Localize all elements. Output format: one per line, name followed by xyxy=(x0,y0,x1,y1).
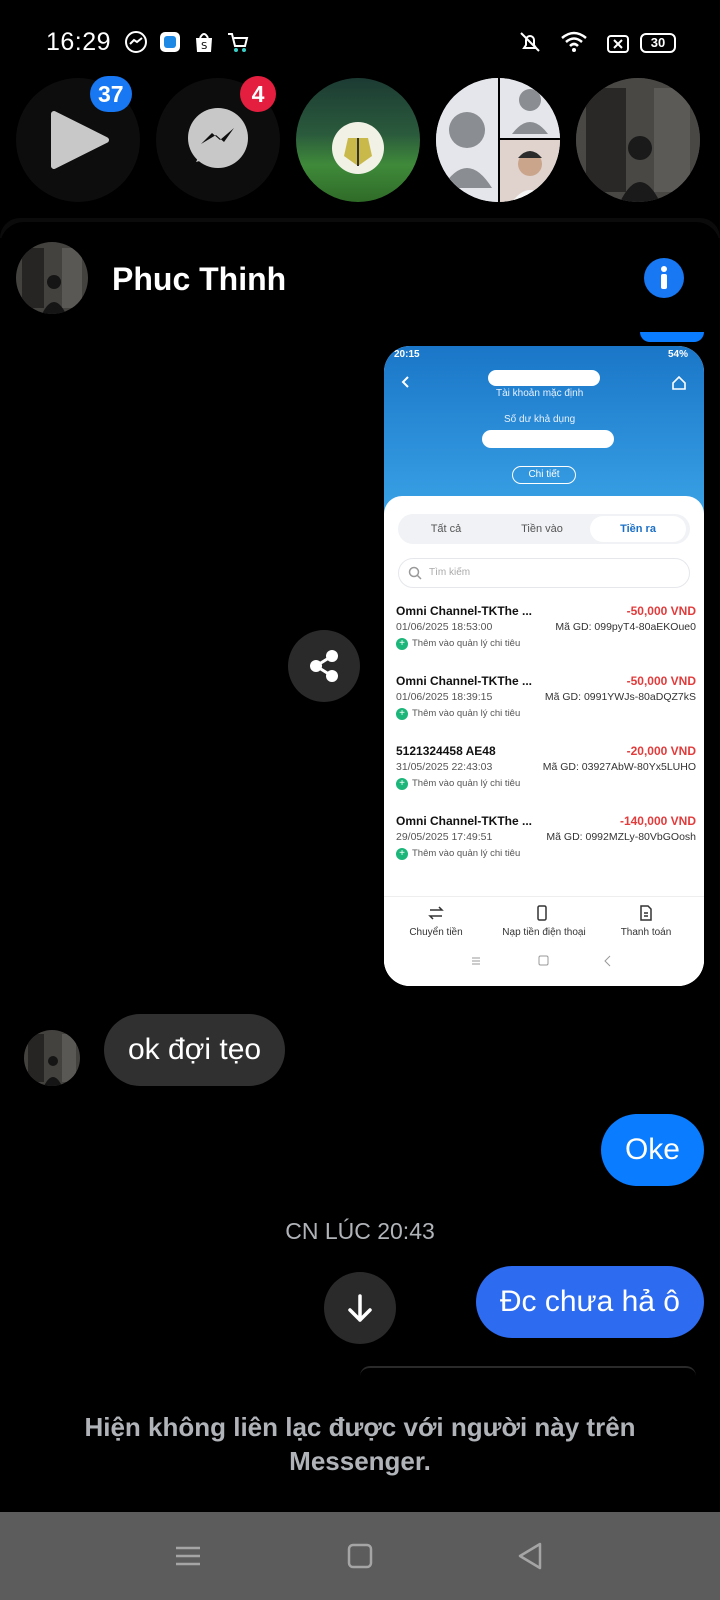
wifi-icon xyxy=(561,31,587,52)
shared-image[interactable]: 20:15 54% Tài khoản mặc định Số dư khả d… xyxy=(384,346,704,986)
back-button-icon[interactable] xyxy=(512,1538,548,1574)
system-nav-bar xyxy=(0,1512,720,1600)
tx-action: Thêm vào quản lý chi tiêu xyxy=(412,848,521,859)
tab-all: Tất cả xyxy=(430,523,462,535)
football-photo xyxy=(332,122,384,174)
messenger-notification-icon xyxy=(125,31,147,53)
notice-line-2: Messenger. xyxy=(289,1446,431,1476)
person-photo xyxy=(576,78,700,202)
cart-icon xyxy=(228,33,249,52)
plus-icon: + xyxy=(396,638,408,650)
bank-nav-topup: Nạp tiền điện thoại xyxy=(502,927,586,938)
sim-off-icon xyxy=(607,35,629,53)
tx-date: 01/06/2025 18:53:00 xyxy=(396,621,493,633)
tx-name: Omni Channel-TKThe ... xyxy=(396,674,533,688)
detail-button: Chi tiết xyxy=(512,466,576,484)
tx-amount: -50,000 VND xyxy=(626,674,696,688)
balance-label: Số dư khả dụng xyxy=(504,414,576,425)
chat-head-group[interactable] xyxy=(436,78,560,202)
video-badge: 37 xyxy=(90,76,132,112)
plus-icon: + xyxy=(396,778,408,790)
tx-date: 01/06/2025 18:39:15 xyxy=(396,691,493,703)
notice-line-1: Hiện không liên lạc được với người này t… xyxy=(84,1412,636,1442)
bank-search: Tìm kiếm xyxy=(398,558,690,588)
shared-status-battery: 54% xyxy=(668,349,689,360)
mute-icon xyxy=(520,32,540,52)
transfer-icon xyxy=(428,906,444,920)
tx-code: Mã GD: 03927AbW-80Yx5LUHO xyxy=(542,761,696,773)
back-icon xyxy=(401,376,409,388)
status-bar: 16:29 S 30 xyxy=(0,0,720,80)
share-button[interactable] xyxy=(288,630,360,702)
tx-date: 31/05/2025 22:43:03 xyxy=(396,761,493,773)
plus-icon: + xyxy=(396,708,408,720)
sender-avatar[interactable] xyxy=(24,1030,80,1086)
message-incoming[interactable]: ok đợi tẹo xyxy=(104,1014,286,1086)
message-outgoing[interactable]: Đc chưa hả ô xyxy=(475,1266,704,1338)
payment-icon xyxy=(640,905,652,921)
info-icon xyxy=(661,266,667,289)
previous-message-tail xyxy=(640,332,704,342)
tx-date: 29/05/2025 17:49:51 xyxy=(396,831,493,843)
transaction-row: Omni Channel-TKThe ... -50,000 VND 01/06… xyxy=(396,604,696,664)
bank-bottom-nav: Chuyển tiền Nạp tiền điện thoại Thanh to… xyxy=(384,896,704,986)
tx-code: Mã GD: 0991YWJs-80aDQZ7kS xyxy=(544,691,696,703)
tx-code: Mã GD: 0992MZLy-80VbGOosh xyxy=(546,831,696,843)
svg-text:S: S xyxy=(201,41,207,52)
transaction-row: Omni Channel-TKThe ... -140,000 VND 29/0… xyxy=(396,814,696,874)
shared-status-time: 20:15 xyxy=(394,349,420,360)
chat-head-person[interactable] xyxy=(576,78,700,202)
bank-tabs: Tất cả Tiền vào Tiền ra xyxy=(398,514,690,544)
app-notification-icon xyxy=(160,32,180,52)
bank-nav-payment: Thanh toán xyxy=(620,927,672,938)
tx-name: Omni Channel-TKThe ... xyxy=(396,814,533,828)
transaction-row: 5121324458 AE48 -20,000 VND 31/05/2025 2… xyxy=(396,744,696,804)
tab-money-out: Tiền ra xyxy=(590,516,686,542)
tab-money-in: Tiền vào xyxy=(521,523,563,535)
search-icon xyxy=(408,566,422,580)
messenger-badge: 4 xyxy=(240,76,276,112)
status-time: 16:29 xyxy=(46,28,112,56)
group-avatar xyxy=(436,78,560,202)
home-button-icon[interactable] xyxy=(342,1538,378,1574)
tx-amount: -20,000 VND xyxy=(626,744,696,758)
tx-name: 5121324458 AE48 xyxy=(396,744,496,758)
scroll-down-button[interactable] xyxy=(324,1272,396,1344)
tx-action: Thêm vào quản lý chi tiêu xyxy=(412,638,521,649)
unavailable-notice: Hiện không liên lạc được với người này t… xyxy=(0,1410,720,1478)
share-icon xyxy=(310,650,338,682)
redacted-account xyxy=(488,370,600,386)
chat-head-football[interactable] xyxy=(296,78,420,202)
default-account-label: Tài khoản mặc định xyxy=(496,388,584,399)
redacted-balance xyxy=(482,430,614,448)
tx-action: Thêm vào quản lý chi tiêu xyxy=(412,778,521,789)
tx-amount: -140,000 VND xyxy=(619,814,696,828)
tx-action: Thêm vào quản lý chi tiêu xyxy=(412,708,521,719)
info-button[interactable] xyxy=(644,258,684,298)
contact-avatar[interactable] xyxy=(16,242,88,314)
contact-photo xyxy=(16,242,88,314)
plus-icon: + xyxy=(396,848,408,860)
battery-indicator: 30 xyxy=(640,33,676,53)
message-timestamp: CN LÚC 20:43 xyxy=(285,1218,435,1244)
sender-photo xyxy=(24,1030,80,1086)
tx-amount: -50,000 VND xyxy=(626,604,696,618)
transaction-row: Omni Channel-TKThe ... -50,000 VND 01/06… xyxy=(396,674,696,734)
shopee-icon: S xyxy=(196,33,212,52)
arrow-down-icon xyxy=(348,1294,372,1322)
bank-nav-transfer: Chuyển tiền xyxy=(409,927,463,938)
phone-topup-icon xyxy=(537,905,547,921)
tx-code: Mã GD: 099pyT4-80aEKOue0 xyxy=(555,621,696,633)
home-icon xyxy=(672,375,686,390)
bank-system-nav xyxy=(472,955,611,967)
partial-bubble-edge xyxy=(360,1366,696,1376)
message-outgoing[interactable]: Oke xyxy=(600,1114,704,1186)
contact-name[interactable]: Phuc Thinh xyxy=(112,261,286,298)
menu-icon[interactable] xyxy=(170,1538,206,1574)
tx-name: Omni Channel-TKThe ... xyxy=(396,604,533,618)
